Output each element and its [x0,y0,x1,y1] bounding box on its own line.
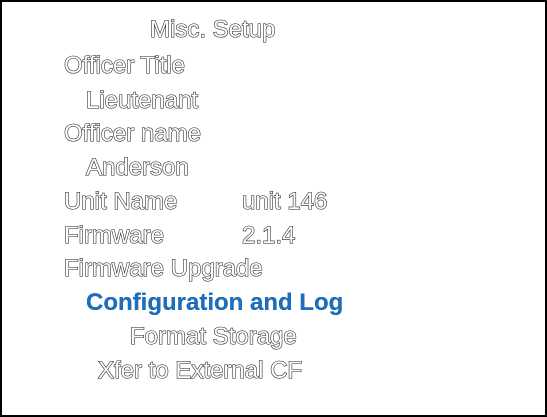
unit-name-item[interactable]: Unit Name [63,187,177,216]
firmware-upgrade-item[interactable]: Firmware Upgrade [63,254,263,283]
xfer-to-external-cf-item[interactable]: Xfer to External CF [97,356,302,385]
configuration-and-log-item[interactable]: Configuration and Log [86,289,343,317]
officer-title-value: Lieutenant [85,86,199,114]
firmware-item: Firmware [63,221,164,249]
officer-name-item[interactable]: Officer name [63,119,201,148]
page-title: Misc. Setup [149,15,276,43]
format-storage-item[interactable]: Format Storage [129,322,297,351]
officer-title-item[interactable]: Officer Title [63,51,185,80]
firmware-version-value: 2.1.4 [241,221,296,249]
misc-setup-screen: Misc. Setup Officer Title Lieutenant Off… [0,0,547,417]
officer-name-value: Anderson [85,153,189,181]
unit-name-value: unit 146 [241,187,328,215]
